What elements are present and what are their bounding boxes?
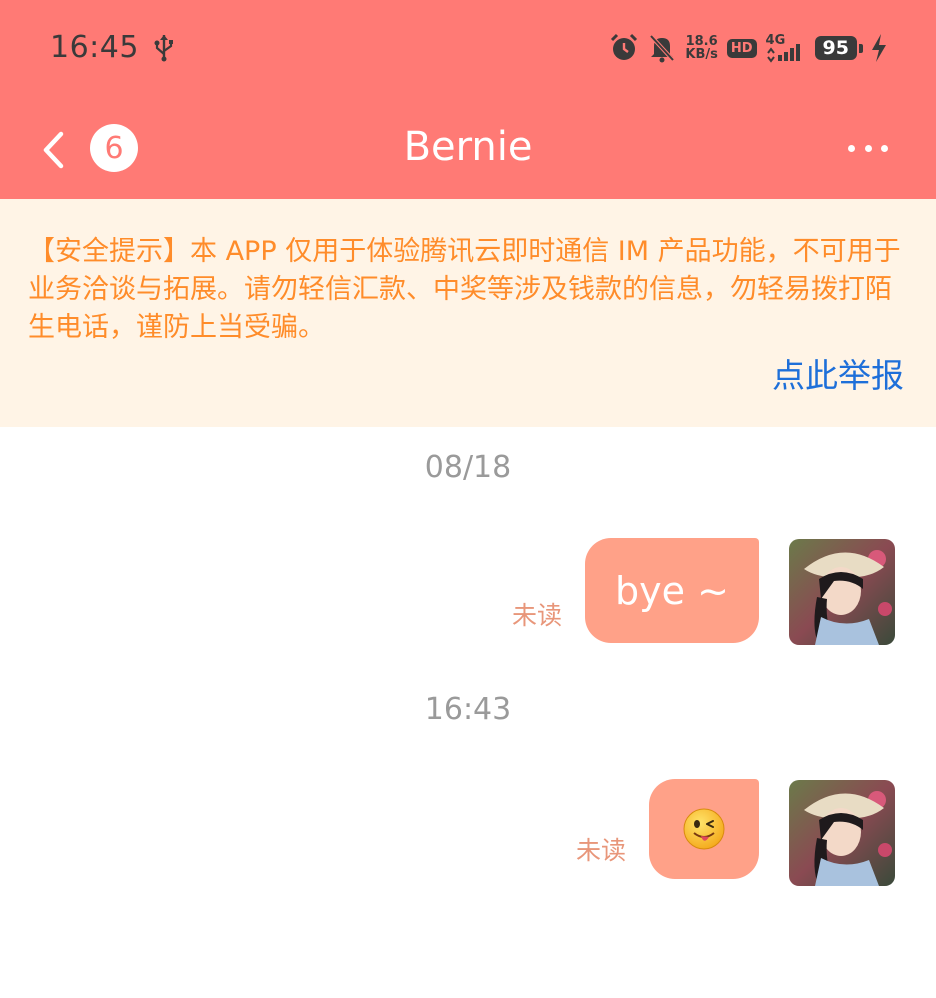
mute-icon: [649, 34, 675, 63]
message-bubble[interactable]: [649, 779, 759, 879]
header: 16:45 18.6 KB/s HD 4G 95 6 Bernie: [0, 0, 936, 199]
status-icons: 18.6 KB/s HD 4G 95: [609, 28, 888, 68]
status-time: 16:45: [50, 30, 139, 65]
safety-notice-text: 【安全提示】本 APP 仅用于体验腾讯云即时通信 IM 产品功能，不可用于业务洽…: [28, 236, 901, 343]
battery-level: 95: [814, 36, 864, 60]
charging-icon: [872, 34, 886, 62]
alarm-icon: [611, 33, 638, 60]
message-text: bye ~: [615, 568, 729, 613]
more-dot-icon: [881, 144, 888, 152]
message-bubble[interactable]: bye ~: [585, 538, 759, 643]
avatar[interactable]: [789, 539, 895, 645]
wink-tongue-emoji-icon: [683, 808, 725, 850]
more-dot-icon: [848, 144, 855, 152]
more-options-button[interactable]: [848, 140, 888, 156]
time-divider: 08/18: [424, 450, 512, 485]
network-speed: 18.6 KB/s: [685, 35, 717, 61]
signal-bars-icon: [766, 44, 800, 63]
read-status-label: 未读: [576, 836, 627, 865]
signal-icon: 4G: [766, 33, 806, 63]
chat-title: Bernie: [403, 124, 533, 170]
network-speed-unit: KB/s: [685, 47, 718, 62]
hd-badge: HD: [726, 38, 757, 58]
more-dot-icon: [864, 144, 872, 152]
read-status-label: 未读: [512, 601, 563, 630]
message-row: 未读: [0, 779, 936, 889]
usb-icon: [154, 35, 173, 62]
safety-notice: 【安全提示】本 APP 仅用于体验腾讯云即时通信 IM 产品功能，不可用于业务洽…: [0, 199, 936, 427]
report-link[interactable]: 点此举报: [772, 349, 904, 397]
message-row: 未读 bye ~: [0, 538, 936, 648]
avatar[interactable]: [789, 780, 895, 886]
time-divider: 16:43: [424, 692, 512, 727]
